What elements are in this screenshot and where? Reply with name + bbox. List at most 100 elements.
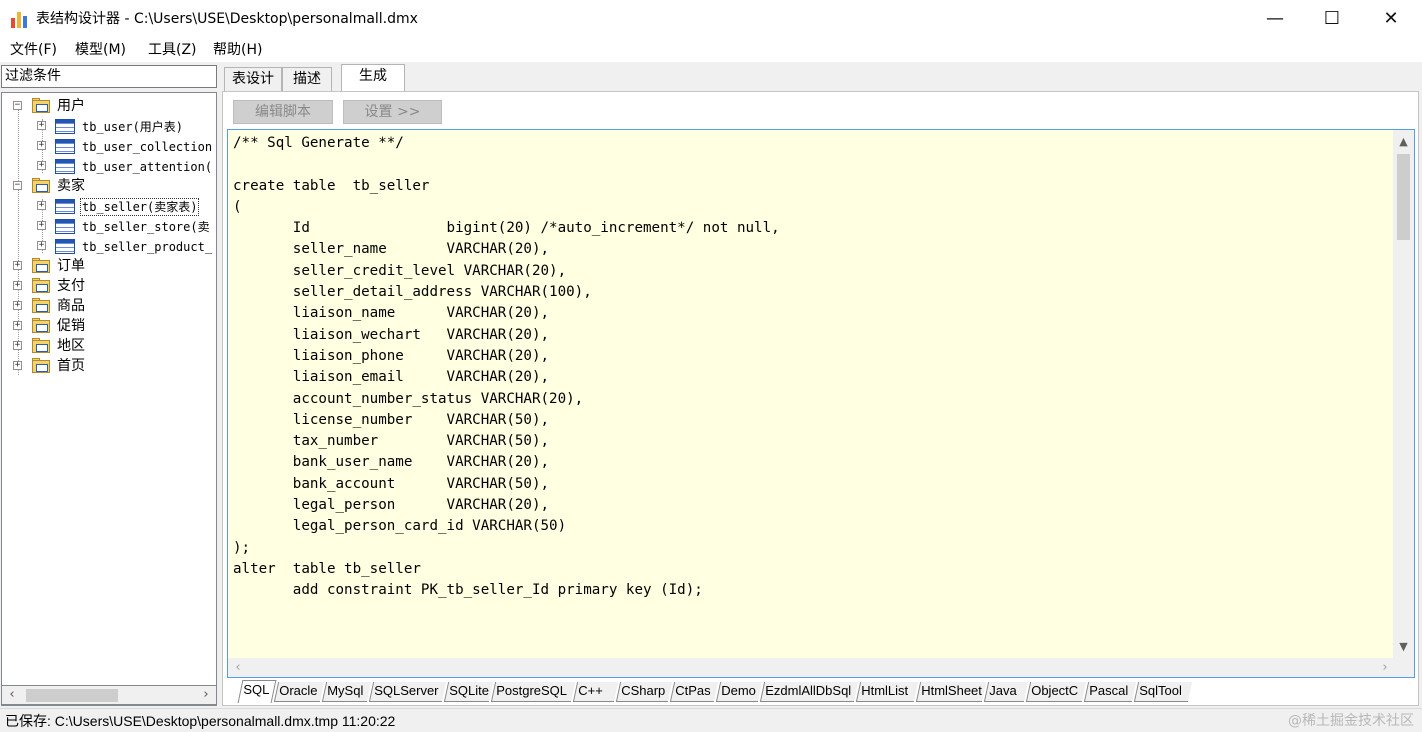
- expand-toggle-icon[interactable]: +: [13, 341, 22, 350]
- tree-folder-homepage[interactable]: + 首页: [2, 356, 216, 376]
- expand-toggle-icon[interactable]: +: [13, 301, 22, 310]
- collapse-toggle-icon[interactable]: −: [13, 101, 22, 110]
- tree-table-label: tb_user_collection: [82, 140, 213, 154]
- expand-toggle-icon[interactable]: +: [13, 361, 22, 370]
- tree-folder-products[interactable]: + 商品: [2, 296, 216, 316]
- tree-folder-label: 促销: [57, 318, 85, 334]
- tree-folder-orders[interactable]: + 订单: [2, 256, 216, 276]
- tree-table-label: tb_seller_product_: [82, 240, 213, 254]
- menu-tools[interactable]: 工具(Z): [148, 41, 197, 59]
- tab-description[interactable]: 描述: [282, 67, 332, 92]
- lang-tab-ezdmlalldbsql[interactable]: EzdmlAllDbSql: [759, 682, 859, 702]
- code-horizontal-scrollbar[interactable]: ‹ ›: [228, 658, 1395, 677]
- lang-tab-sql[interactable]: SQL: [237, 680, 277, 703]
- scroll-down-icon[interactable]: ▼: [1393, 637, 1414, 657]
- folder-icon: [32, 178, 52, 194]
- lang-tab-pascal[interactable]: Pascal: [1083, 682, 1137, 702]
- maximize-button[interactable]: ☐: [1303, 0, 1361, 38]
- expand-toggle-icon[interactable]: +: [37, 141, 46, 150]
- expand-toggle-icon[interactable]: +: [37, 201, 46, 210]
- close-button[interactable]: ✕: [1362, 0, 1420, 38]
- tree-table-item-selected[interactable]: + tb_seller(卖家表): [2, 196, 216, 216]
- collapse-toggle-icon[interactable]: −: [13, 181, 22, 190]
- menu-help[interactable]: 帮助(H): [213, 41, 262, 59]
- lang-tab-sqlite[interactable]: SQLite: [443, 682, 494, 702]
- scrollbar-thumb[interactable]: [1397, 154, 1410, 240]
- lang-tab-sqlserver[interactable]: SQLServer: [368, 682, 447, 702]
- tree-folder-payment[interactable]: + 支付: [2, 276, 216, 296]
- tree-horizontal-scrollbar[interactable]: ‹ ›: [1, 685, 217, 705]
- tree-table-item[interactable]: + tb_seller_store(卖: [2, 216, 216, 236]
- lang-tab-ctpas[interactable]: CtPas: [669, 682, 719, 702]
- window-title: 表结构设计器 - C:\Users\USE\Desktop\personalma…: [36, 11, 418, 27]
- menu-model[interactable]: 模型(M): [75, 41, 126, 59]
- lang-tab-sqltool[interactable]: SqlTool: [1133, 682, 1193, 702]
- scrollbar-thumb[interactable]: [26, 689, 118, 702]
- minimize-button[interactable]: —: [1246, 0, 1304, 38]
- lang-tab-postgresql[interactable]: PostgreSQL: [490, 682, 576, 702]
- tree-table-item[interactable]: + tb_seller_product_: [2, 236, 216, 256]
- lang-tab-htmllist[interactable]: HtmlList: [855, 682, 919, 702]
- tab-generate[interactable]: 生成: [341, 64, 405, 92]
- code-vertical-scrollbar[interactable]: ▲ ▼: [1393, 130, 1414, 659]
- scroll-left-icon[interactable]: ‹: [3, 686, 21, 704]
- lang-tab-csharp[interactable]: CSharp: [615, 682, 673, 702]
- table-icon: [55, 139, 75, 154]
- lang-tab-cpp[interactable]: C++: [572, 682, 619, 702]
- tree-folder-label: 卖家: [57, 178, 85, 194]
- scroll-left-icon[interactable]: ‹: [228, 658, 248, 677]
- model-tree[interactable]: − 用户 + tb_user(用户表) + tb_user_collection…: [1, 92, 217, 706]
- app-icon: [10, 10, 28, 28]
- lang-tab-mysql[interactable]: MySql: [321, 682, 372, 702]
- table-icon: [55, 219, 75, 234]
- filter-input[interactable]: 过滤条件: [1, 65, 217, 88]
- tree-table-item[interactable]: + tb_user_collection: [2, 136, 216, 156]
- expand-toggle-icon[interactable]: +: [37, 161, 46, 170]
- lang-tab-htmlsheet[interactable]: HtmlSheet: [915, 682, 987, 702]
- folder-icon: [32, 358, 52, 374]
- scroll-up-icon[interactable]: ▲: [1393, 132, 1414, 152]
- table-icon: [55, 199, 75, 214]
- folder-icon: [32, 98, 52, 114]
- tree-folder-label: 商品: [57, 298, 85, 314]
- tree-folder-regions[interactable]: + 地区: [2, 336, 216, 356]
- expand-toggle-icon[interactable]: +: [13, 281, 22, 290]
- folder-icon: [32, 278, 52, 294]
- lang-tab-demo[interactable]: Demo: [715, 682, 763, 702]
- generate-panel: 编辑脚本 设置 >> /** Sql Generate **/ create t…: [222, 91, 1419, 706]
- edit-script-button[interactable]: 编辑脚本: [233, 100, 333, 124]
- tree-folder-promotions[interactable]: + 促销: [2, 316, 216, 336]
- expand-toggle-icon[interactable]: +: [37, 221, 46, 230]
- tree-folder-sellers[interactable]: − 卖家: [2, 176, 216, 196]
- sql-code-text[interactable]: /** Sql Generate **/ create table tb_sel…: [233, 133, 780, 602]
- title-bar: 表结构设计器 - C:\Users\USE\Desktop\personalma…: [0, 0, 1422, 38]
- menu-file[interactable]: 文件(F): [10, 41, 57, 59]
- tree-folder-users[interactable]: − 用户: [2, 96, 216, 116]
- tree-table-label: tb_seller_store(卖: [82, 220, 210, 234]
- tree-table-item[interactable]: + tb_user(用户表): [2, 116, 216, 136]
- tree-folder-label: 订单: [57, 258, 85, 274]
- tree-folder-label: 用户: [57, 98, 85, 114]
- tab-table-design[interactable]: 表设计: [224, 67, 282, 92]
- folder-icon: [32, 298, 52, 314]
- table-icon: [55, 159, 75, 174]
- tree-folder-label: 首页: [57, 358, 85, 374]
- scroll-right-icon[interactable]: ›: [197, 686, 215, 704]
- expand-toggle-icon[interactable]: +: [13, 261, 22, 270]
- expand-toggle-icon[interactable]: +: [37, 121, 46, 130]
- expand-toggle-icon[interactable]: +: [13, 321, 22, 330]
- settings-button[interactable]: 设置 >>: [343, 100, 442, 124]
- sql-code-editor[interactable]: /** Sql Generate **/ create table tb_sel…: [227, 129, 1415, 678]
- folder-icon: [32, 318, 52, 334]
- tree-table-item[interactable]: + tb_user_attention(: [2, 156, 216, 176]
- expand-toggle-icon[interactable]: +: [37, 241, 46, 250]
- lang-tab-objectc[interactable]: ObjectC: [1025, 682, 1087, 702]
- language-tabs: SQL Oracle MySql SQLServer SQLite Postgr…: [236, 680, 1236, 704]
- lang-tab-java[interactable]: Java: [983, 682, 1029, 702]
- menu-bar: 文件(F) 模型(M) 工具(Z) 帮助(H): [0, 38, 1422, 62]
- lang-tab-oracle[interactable]: Oracle: [273, 682, 325, 702]
- tree-table-label: tb_seller(卖家表): [79, 198, 200, 216]
- scroll-right-icon[interactable]: ›: [1375, 658, 1395, 677]
- watermark: @稀土掘金技术社区: [1288, 713, 1414, 729]
- folder-icon: [32, 338, 52, 354]
